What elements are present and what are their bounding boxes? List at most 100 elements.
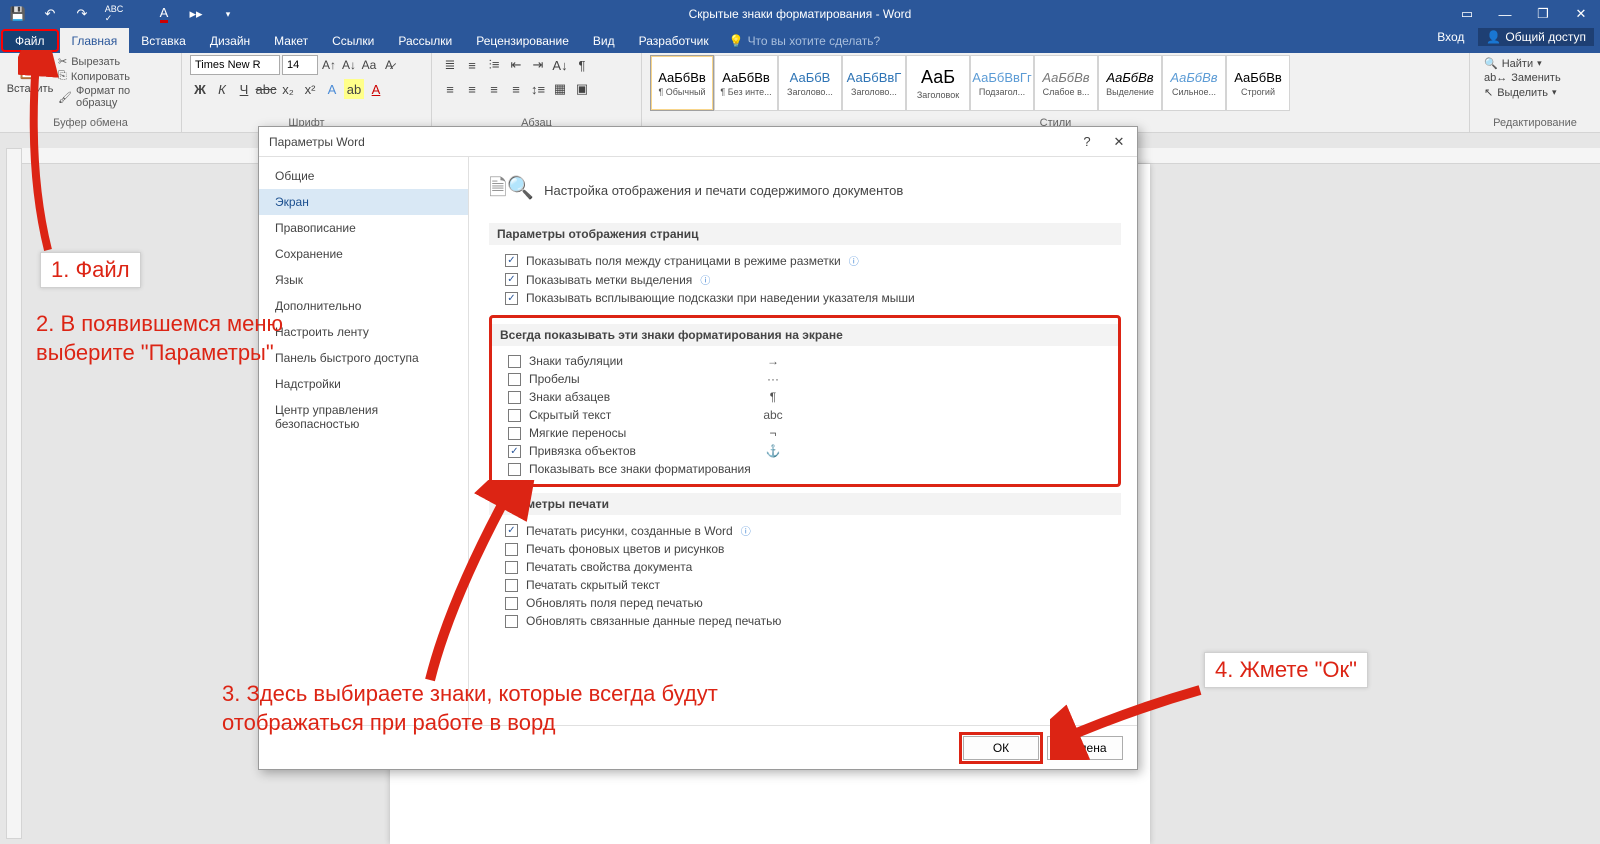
dialog-nav-item[interactable]: Экран <box>259 189 468 215</box>
style-item[interactable]: АаБбВЗаголово... <box>778 55 842 111</box>
checkbox[interactable] <box>505 273 518 286</box>
copy-button[interactable]: ⎘Копировать <box>58 70 173 83</box>
font-color-icon[interactable]: A <box>150 2 178 26</box>
line-spacing-icon[interactable]: ↕≡ <box>528 79 548 99</box>
shrink-font-icon[interactable]: A↓ <box>340 56 358 74</box>
find-button[interactable]: 🔍Найти▾ <box>1484 57 1586 70</box>
show-marks-icon[interactable]: ¶ <box>572 55 592 75</box>
style-item[interactable]: АаБбВвСлабое в... <box>1034 55 1098 111</box>
help-icon[interactable]: ? <box>1075 130 1099 154</box>
checkbox[interactable] <box>505 254 518 267</box>
tab-layout[interactable]: Макет <box>262 28 320 53</box>
bullets-icon[interactable]: ≣ <box>440 55 460 75</box>
style-item[interactable]: АаБбВвГЗаголово... <box>842 55 906 111</box>
maximize-icon[interactable]: ❐ <box>1524 0 1562 28</box>
replace-button[interactable]: ab↔Заменить <box>1484 72 1586 84</box>
justify-icon[interactable]: ≡ <box>506 79 526 99</box>
dialog-close-icon[interactable]: ✕ <box>1107 130 1131 154</box>
style-item[interactable]: АаБбВвГгПодзагол... <box>970 55 1034 111</box>
style-item[interactable]: АаБбВвСтрогий <box>1226 55 1290 111</box>
checkbox[interactable] <box>508 463 521 476</box>
indent-icon[interactable]: ⇥ <box>528 55 548 75</box>
tab-home[interactable]: Главная <box>60 28 130 53</box>
font-size-input[interactable] <box>282 55 318 75</box>
outdent-icon[interactable]: ⇤ <box>506 55 526 75</box>
tab-review[interactable]: Рецензирование <box>464 28 581 53</box>
checkbox[interactable] <box>508 373 521 386</box>
checkbox[interactable] <box>508 391 521 404</box>
tab-references[interactable]: Ссылки <box>320 28 386 53</box>
tab-insert[interactable]: Вставка <box>129 28 198 53</box>
tab-view[interactable]: Вид <box>581 28 627 53</box>
format-painter-button[interactable]: 🖌Формат по образцу <box>58 85 173 109</box>
select-button[interactable]: ↖Выделить▾ <box>1484 86 1586 99</box>
ribbon-display-icon[interactable]: ▭ <box>1448 0 1486 28</box>
dialog-nav-item[interactable]: Надстройки <box>259 371 468 397</box>
checkbox[interactable] <box>508 409 521 422</box>
align-left-icon[interactable]: ≡ <box>440 79 460 99</box>
numbering-icon[interactable]: ≡ <box>462 55 482 75</box>
borders-icon[interactable]: ▣ <box>572 79 592 99</box>
checkbox[interactable] <box>505 543 518 556</box>
grow-font-icon[interactable]: A↑ <box>320 56 338 74</box>
checkbox[interactable] <box>505 615 518 628</box>
dialog-nav-item[interactable]: Сохранение <box>259 241 468 267</box>
font-name-input[interactable] <box>190 55 280 75</box>
macros-icon[interactable]: ▸▸ <box>182 2 210 26</box>
info-icon[interactable]: ⓘ <box>700 272 710 287</box>
style-item[interactable]: АаБЗаголовок <box>906 55 970 111</box>
save-icon[interactable]: 💾 <box>4 2 32 26</box>
style-item[interactable]: АаБбВвСильное... <box>1162 55 1226 111</box>
paste-button[interactable]: 📋 Вставить <box>8 55 52 95</box>
dialog-nav-item[interactable]: Общие <box>259 163 468 189</box>
checkbox[interactable] <box>505 561 518 574</box>
style-item[interactable]: АаБбВвВыделение <box>1098 55 1162 111</box>
superscript-icon[interactable]: x² <box>300 79 320 99</box>
tab-mailings[interactable]: Рассылки <box>386 28 464 53</box>
align-right-icon[interactable]: ≡ <box>484 79 504 99</box>
tab-developer[interactable]: Разработчик <box>627 28 721 53</box>
bold-icon[interactable]: Ж <box>190 79 210 99</box>
highlight-icon[interactable]: ab <box>344 79 364 99</box>
share-button[interactable]: 👤 Общий доступ <box>1478 28 1594 46</box>
redo-icon[interactable]: ↷ <box>68 2 96 26</box>
tab-design[interactable]: Дизайн <box>198 28 262 53</box>
checkbox[interactable] <box>508 355 521 368</box>
tell-me-search[interactable]: 💡 Что вы хотите сделать? <box>729 28 881 53</box>
checkbox[interactable] <box>505 597 518 610</box>
sort-icon[interactable]: A↓ <box>550 55 570 75</box>
checkbox[interactable] <box>508 445 521 458</box>
info-icon[interactable]: ⓘ <box>741 523 751 538</box>
checkbox[interactable] <box>508 427 521 440</box>
dialog-nav-item[interactable]: Язык <box>259 267 468 293</box>
undo-icon[interactable]: ↶ <box>36 2 64 26</box>
italic-icon[interactable]: К <box>212 79 232 99</box>
cut-button[interactable]: ✂Вырезать <box>58 55 173 68</box>
align-center-icon[interactable]: ≡ <box>462 79 482 99</box>
strike-icon[interactable]: abc <box>256 79 276 99</box>
subscript-icon[interactable]: x₂ <box>278 79 298 99</box>
qa-more-icon[interactable]: ▾ <box>214 2 242 26</box>
sign-in-link[interactable]: Вход <box>1429 30 1472 44</box>
change-case-icon[interactable]: Aa <box>360 56 378 74</box>
checkbox[interactable] <box>505 524 518 537</box>
checkbox[interactable] <box>505 292 518 305</box>
shading-icon[interactable]: ▦ <box>550 79 570 99</box>
tab-file[interactable]: Файл <box>1 29 59 52</box>
underline-icon[interactable]: Ч <box>234 79 254 99</box>
font-color-icon[interactable]: A <box>366 79 386 99</box>
multilevel-icon[interactable]: ⫶≡ <box>484 55 504 75</box>
info-icon[interactable]: ⓘ <box>849 253 859 268</box>
clear-format-icon[interactable]: A̷ <box>380 56 398 74</box>
spellcheck-icon[interactable]: ABC✓ <box>100 2 128 26</box>
style-item[interactable]: АаБбВв¶ Без инте... <box>714 55 778 111</box>
close-icon[interactable]: ✕ <box>1562 0 1600 28</box>
minimize-icon[interactable]: — <box>1486 0 1524 28</box>
ok-button[interactable]: ОК <box>963 736 1039 760</box>
dialog-nav-item[interactable]: Центр управления безопасностью <box>259 397 468 437</box>
dialog-nav-item[interactable]: Правописание <box>259 215 468 241</box>
text-effects-icon[interactable]: A <box>322 79 342 99</box>
checkbox[interactable] <box>505 579 518 592</box>
style-item[interactable]: АаБбВв¶ Обычный <box>650 55 714 111</box>
cancel-button[interactable]: Отмена <box>1047 736 1123 760</box>
